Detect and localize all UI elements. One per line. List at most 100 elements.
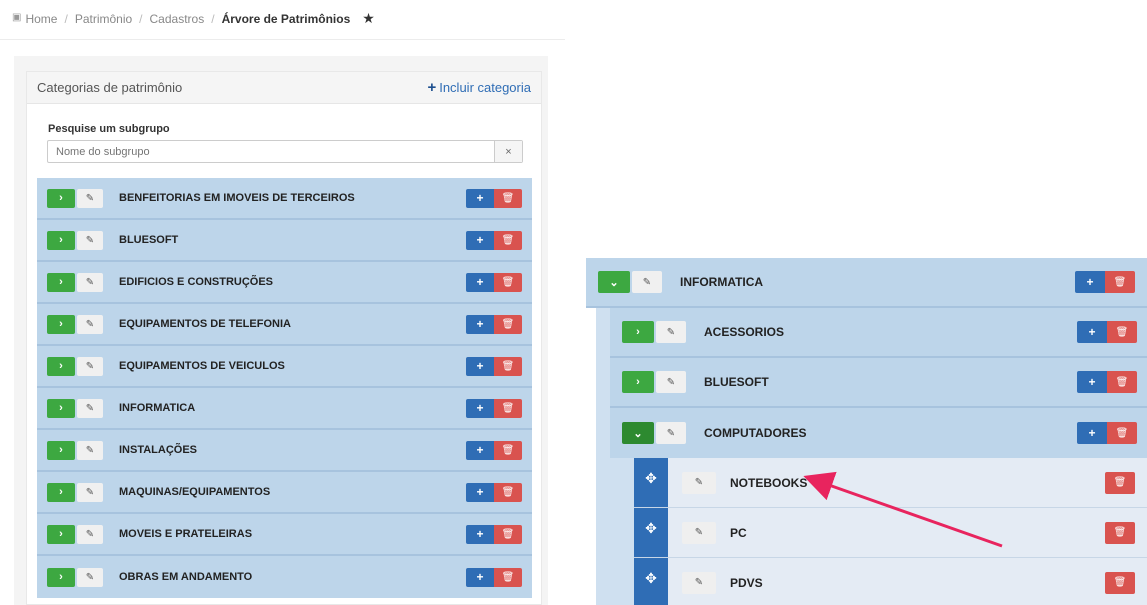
add-subgroup-button[interactable]: + [466, 440, 494, 460]
delete-button[interactable]: 🗑 [1107, 422, 1137, 444]
delete-button[interactable]: 🗑 [494, 314, 522, 334]
expand-button[interactable]: › [47, 567, 75, 587]
category-label: EQUIPAMENTOS DE TELEFONIA [119, 318, 291, 330]
chevron-right-icon: › [59, 276, 63, 288]
star-icon[interactable]: ★ [362, 11, 375, 25]
collapse-button[interactable]: ⌄ [622, 422, 654, 444]
breadcrumb-patrimonio[interactable]: Patrimônio [75, 12, 132, 26]
delete-button[interactable]: 🗑 [494, 524, 522, 544]
delete-button[interactable]: 🗑 [494, 356, 522, 376]
delete-button[interactable]: 🗑 [1107, 321, 1137, 343]
category-label: MOVEIS E PRATELEIRAS [119, 528, 253, 540]
edit-button[interactable]: ✎ [77, 524, 103, 544]
drag-handle[interactable]: ✥ [634, 508, 668, 557]
edit-button[interactable]: ✎ [682, 471, 716, 494]
edit-button[interactable]: ✎ [77, 482, 103, 502]
delete-button[interactable]: 🗑 [494, 188, 522, 208]
clear-search-button[interactable]: × [494, 141, 522, 162]
row-actions: + 🗑 [466, 440, 522, 460]
trash-icon: 🗑 [501, 486, 515, 498]
category-row: › ✎ BLUESOFT + 🗑 [37, 220, 532, 262]
move-icon: ✥ [645, 570, 657, 586]
delete-button[interactable]: 🗑 [494, 272, 522, 292]
edit-button[interactable]: ✎ [77, 398, 103, 418]
pencil-icon: ✎ [694, 477, 704, 488]
collapse-button[interactable]: ⌄ [598, 271, 630, 293]
category-row: › ✎ MOVEIS E PRATELEIRAS + 🗑 [37, 514, 532, 556]
edit-button[interactable]: ✎ [77, 272, 103, 292]
tree-root-label: INFORMATICA [680, 275, 764, 289]
add-subgroup-button[interactable]: + [466, 356, 494, 376]
plus-icon: + [427, 79, 437, 96]
drag-handle[interactable]: ✥ [634, 458, 668, 507]
add-subgroup-button[interactable]: + [466, 567, 494, 587]
edit-button[interactable]: ✎ [682, 521, 716, 544]
edit-button[interactable]: ✎ [77, 356, 103, 376]
delete-button[interactable]: 🗑 [494, 230, 522, 250]
breadcrumb-cadastros[interactable]: Cadastros [150, 12, 205, 26]
breadcrumb-home[interactable]: Home [25, 12, 57, 26]
pencil-icon: ✎ [85, 192, 95, 204]
edit-button[interactable]: ✎ [77, 230, 103, 250]
expand-button[interactable]: › [47, 230, 75, 250]
expand-button[interactable]: › [47, 440, 75, 460]
search-field: × [47, 140, 523, 163]
expand-button[interactable]: › [47, 272, 75, 292]
edit-button[interactable]: ✎ [656, 422, 686, 444]
add-subgroup-button[interactable]: + [466, 482, 494, 502]
pencil-icon: ✎ [85, 444, 95, 456]
delete-button[interactable]: 🗑 [1105, 521, 1135, 544]
delete-button[interactable]: 🗑 [494, 567, 522, 587]
add-category-button[interactable]: + Incluir categoria [427, 79, 531, 96]
pencil-icon: ✎ [85, 318, 95, 330]
expand-button[interactable]: › [47, 524, 75, 544]
delete-button[interactable]: 🗑 [1105, 571, 1135, 594]
drag-handle[interactable]: ✥ [634, 558, 668, 605]
delete-button[interactable]: 🗑 [1105, 471, 1135, 494]
edit-button[interactable]: ✎ [656, 371, 686, 393]
expand-button[interactable]: › [622, 321, 654, 343]
delete-button[interactable]: 🗑 [494, 482, 522, 502]
add-subgroup-button[interactable]: + [466, 188, 494, 208]
chevron-right-icon: › [59, 528, 63, 540]
expand-button[interactable]: › [47, 482, 75, 502]
edit-button[interactable]: ✎ [77, 314, 103, 334]
expand-button[interactable]: › [47, 314, 75, 334]
edit-button[interactable]: ✎ [77, 188, 103, 208]
search-input[interactable] [48, 141, 494, 162]
delete-button[interactable]: 🗑 [494, 440, 522, 460]
row-actions: + 🗑 [466, 272, 522, 292]
pencil-icon: ✎ [85, 486, 95, 498]
expand-button[interactable]: › [47, 188, 75, 208]
row-actions: + 🗑 [466, 314, 522, 334]
chevron-right-icon: › [59, 486, 63, 498]
panel-title: Categorias de patrimônio [37, 80, 183, 95]
edit-button[interactable]: ✎ [77, 440, 103, 460]
add-subgroup-button[interactable]: + [466, 314, 494, 334]
trash-icon: 🗑 [501, 571, 515, 583]
edit-button[interactable]: ✎ [656, 321, 686, 343]
row-actions: + 🗑 [466, 482, 522, 502]
add-subgroup-button[interactable]: + [466, 272, 494, 292]
category-label: BENFEITORIAS EM IMOVEIS DE TERCEIROS [119, 192, 355, 204]
add-item-button[interactable]: + [1077, 422, 1107, 444]
tree-subgroup-label: COMPUTADORES [704, 426, 807, 440]
add-subgroup-button[interactable]: + [466, 398, 494, 418]
add-item-button[interactable]: + [1077, 371, 1107, 393]
add-item-button[interactable]: + [1077, 321, 1107, 343]
delete-button[interactable]: 🗑 [494, 398, 522, 418]
expand-button[interactable]: › [47, 356, 75, 376]
trash-icon: 🗑 [501, 234, 515, 246]
add-subgroup-button[interactable]: + [466, 524, 494, 544]
add-subgroup-button[interactable]: + [1075, 271, 1105, 293]
edit-button[interactable]: ✎ [77, 567, 103, 587]
add-subgroup-button[interactable]: + [466, 230, 494, 250]
edit-button[interactable]: ✎ [682, 571, 716, 594]
delete-button[interactable]: 🗑 [1105, 271, 1135, 293]
category-row: › ✎ BENFEITORIAS EM IMOVEIS DE TERCEIROS + 🗑 [37, 178, 532, 220]
edit-button[interactable]: ✎ [632, 271, 662, 293]
pencil-icon: ✎ [666, 427, 676, 439]
expand-button[interactable]: › [47, 398, 75, 418]
expand-button[interactable]: › [622, 371, 654, 393]
delete-button[interactable]: 🗑 [1107, 371, 1137, 393]
